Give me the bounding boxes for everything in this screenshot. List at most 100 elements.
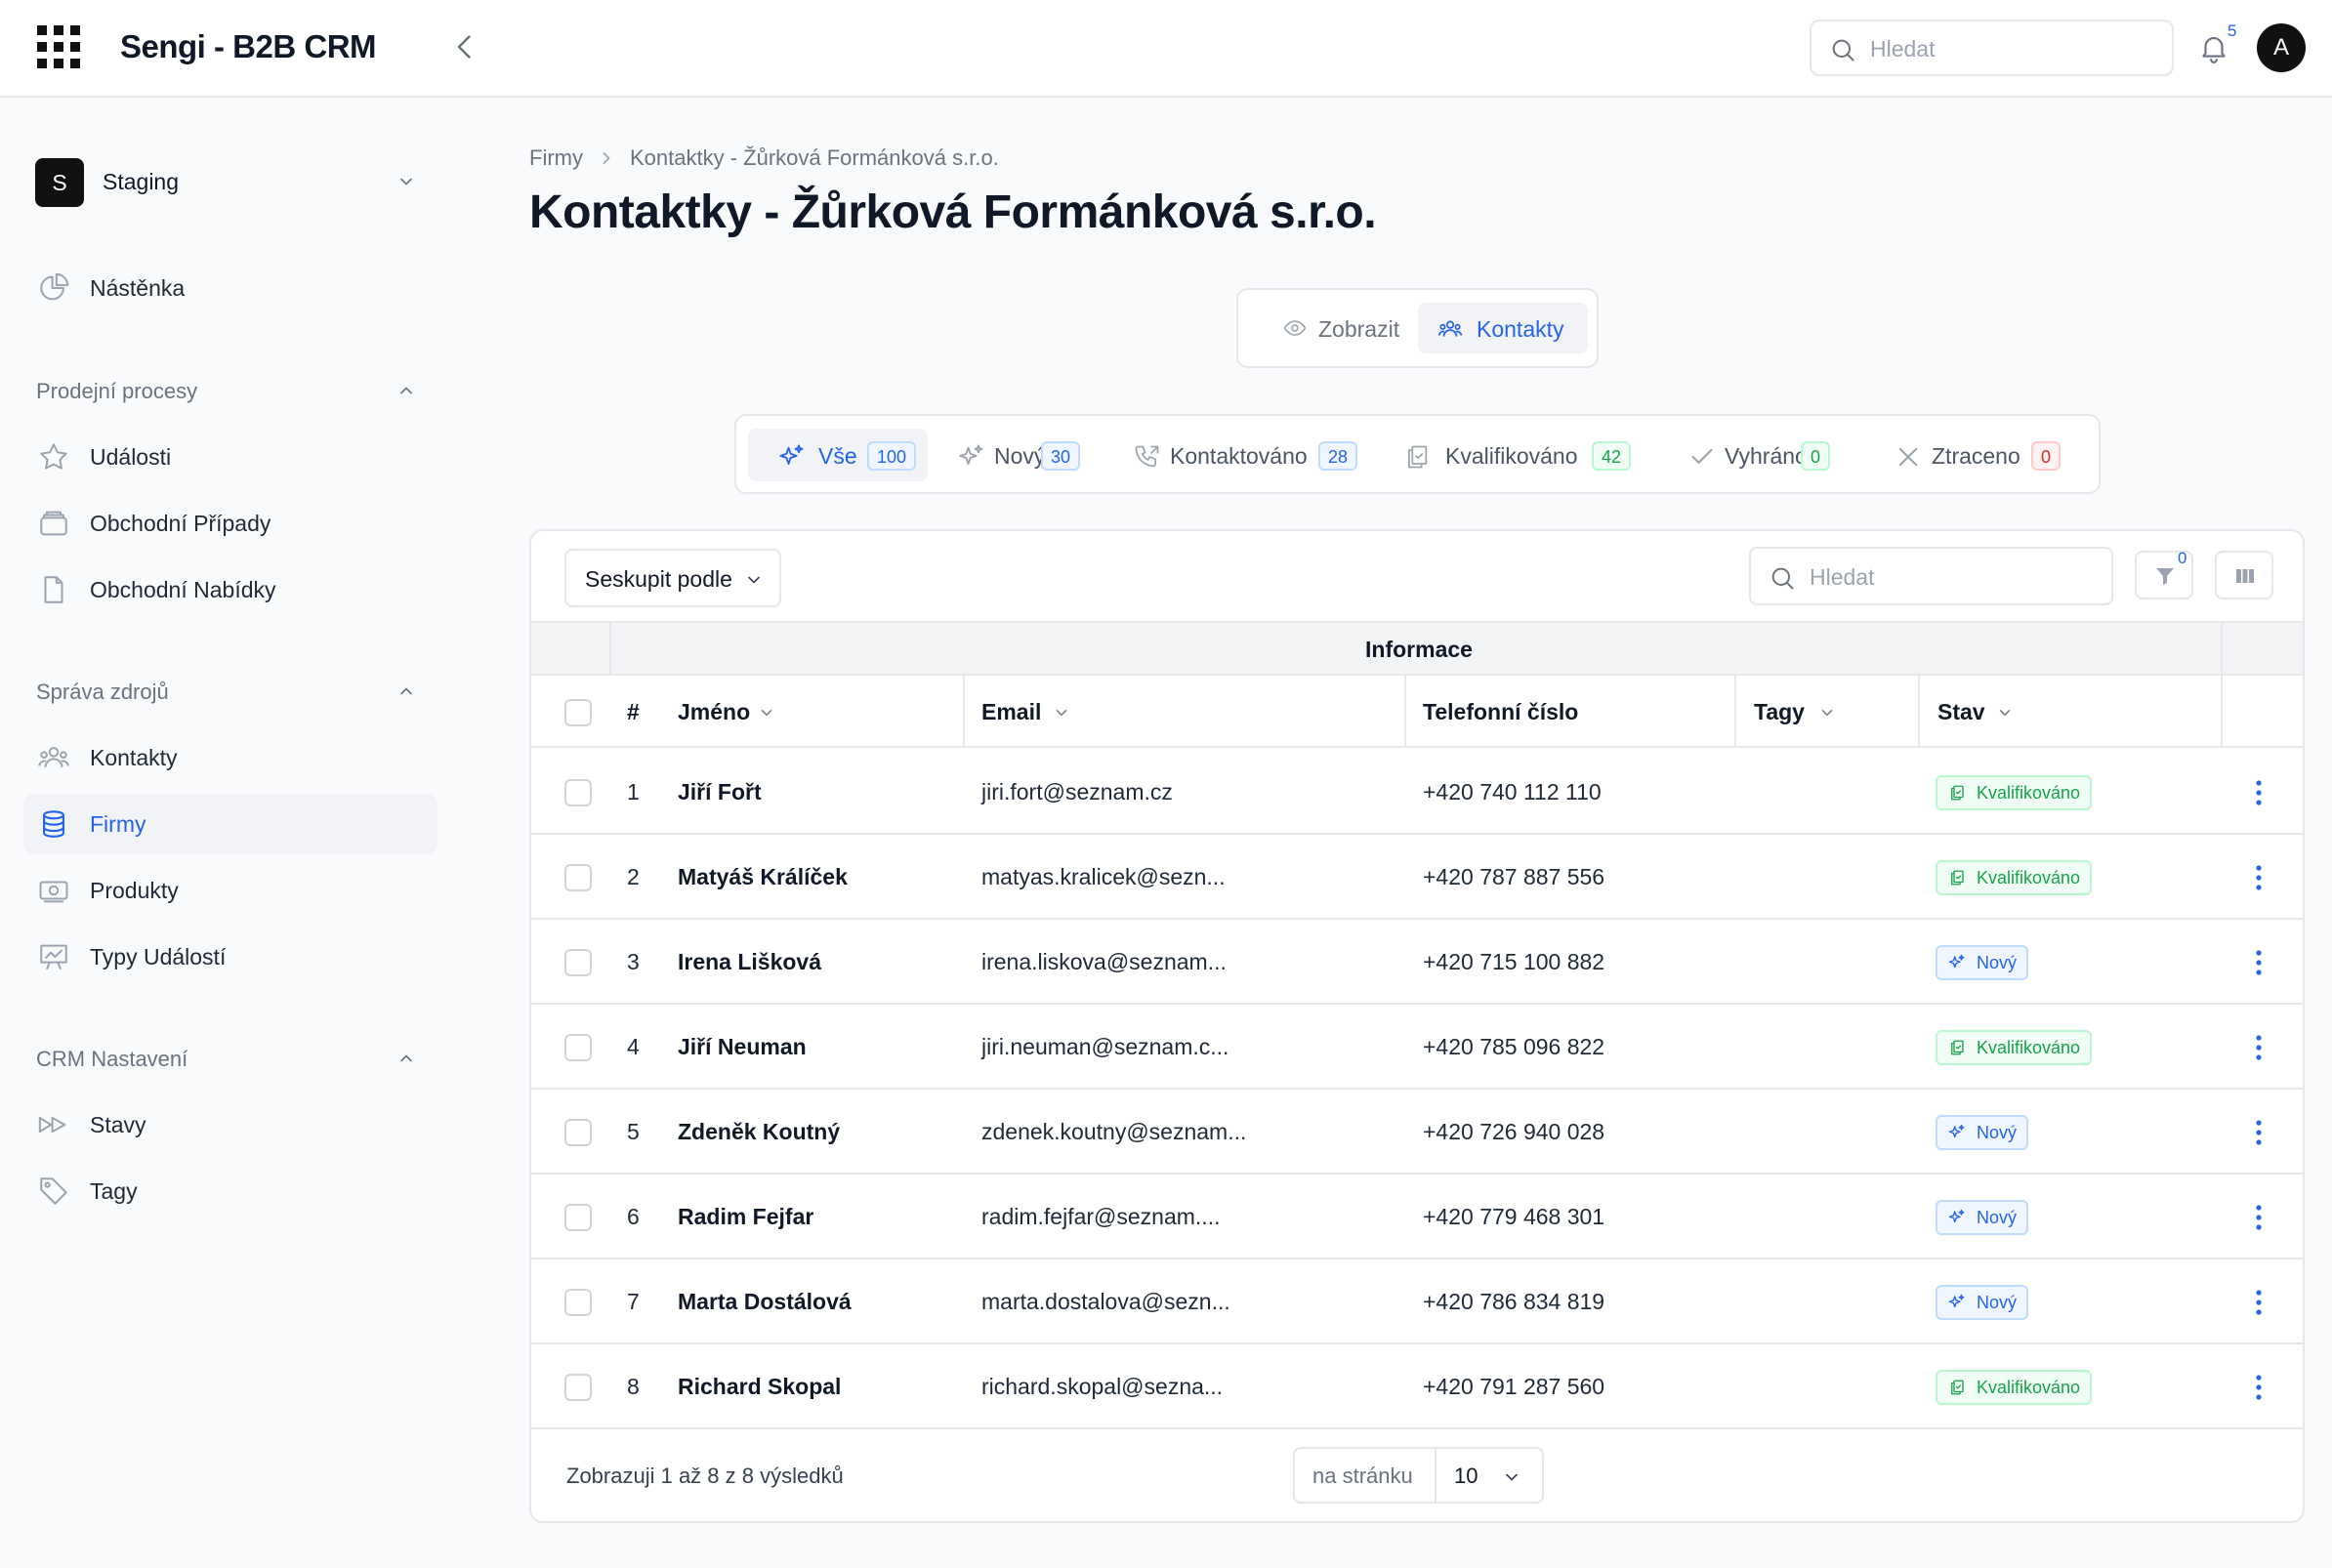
row-menu-icon[interactable] bbox=[2244, 1200, 2273, 1235]
row-checkbox[interactable] bbox=[564, 1204, 592, 1231]
row-menu-icon[interactable] bbox=[2244, 775, 2273, 810]
tab-contacts[interactable]: Kontakty bbox=[1418, 303, 1588, 353]
row-menu-icon[interactable] bbox=[2244, 1370, 2273, 1405]
column-header-email[interactable]: Email bbox=[963, 676, 1404, 748]
tab-label: Zobrazit bbox=[1318, 316, 1400, 342]
contact-name[interactable]: Matyáš Králíček bbox=[678, 864, 848, 890]
section-sales-processes[interactable]: Prodejní procesy bbox=[23, 371, 434, 410]
row-checkbox[interactable] bbox=[564, 864, 592, 891]
sidebar-item-companies[interactable]: Firmy bbox=[23, 794, 437, 854]
sidebar-item-dashboard[interactable]: Nástěnka bbox=[23, 258, 437, 318]
row-checkbox[interactable] bbox=[564, 779, 592, 806]
global-search-input[interactable] bbox=[1870, 33, 2153, 64]
workspace-badge: S bbox=[35, 158, 84, 207]
row-menu-icon[interactable] bbox=[2244, 1030, 2273, 1065]
tab-status-lost[interactable]: Ztraceno 0 bbox=[1873, 429, 2068, 481]
sidebar-item-offers[interactable]: Obchodní Nabídky bbox=[23, 559, 437, 620]
bell-icon[interactable] bbox=[2197, 31, 2230, 64]
contact-email[interactable]: radim.fejfar@seznam.... bbox=[981, 1204, 1220, 1230]
row-checkbox[interactable] bbox=[564, 1289, 592, 1316]
tab-status-all[interactable]: Vše 100 bbox=[748, 429, 928, 481]
sidebar: S Staging Nástěnka Prodejní procesy Udál… bbox=[0, 100, 459, 1568]
table-search-input[interactable] bbox=[1810, 561, 2093, 593]
contact-name[interactable]: Zdeněk Koutný bbox=[678, 1119, 840, 1145]
contact-name[interactable]: Richard Skopal bbox=[678, 1374, 841, 1400]
table-row[interactable]: 3 Irena Lišková irena.liskova@seznam... +42… bbox=[531, 920, 2303, 1005]
column-header-tags[interactable]: Tagy bbox=[1734, 676, 1918, 748]
contact-name[interactable]: Marta Dostálová bbox=[678, 1289, 852, 1315]
table-row[interactable]: 2 Matyáš Králíček matyas.kralicek@sezn... +… bbox=[531, 835, 2303, 920]
sidebar-item-tags[interactable]: Tagy bbox=[23, 1161, 437, 1221]
per-page-select[interactable]: 10 bbox=[1438, 1453, 1540, 1498]
sidebar-item-products[interactable]: Produkty bbox=[23, 860, 437, 921]
contact-name[interactable]: Jiří Fořt bbox=[678, 779, 762, 805]
tab-show[interactable]: Zobrazit bbox=[1252, 303, 1424, 353]
columns-button[interactable] bbox=[2215, 551, 2273, 599]
contact-email[interactable]: zdenek.koutny@seznam... bbox=[981, 1119, 1246, 1145]
contact-email[interactable]: jiri.neuman@seznam.c... bbox=[981, 1034, 1228, 1060]
tab-label: Kontakty bbox=[1477, 316, 1564, 342]
breadcrumb-item-companies[interactable]: Firmy bbox=[529, 145, 583, 171]
row-checkbox[interactable] bbox=[564, 1119, 592, 1146]
table-row[interactable]: 8 Richard Skopal richard.skopal@sezna... +4… bbox=[531, 1344, 2303, 1429]
app-grid-icon[interactable] bbox=[35, 23, 82, 70]
contact-email[interactable]: marta.dostalova@sezn... bbox=[981, 1289, 1230, 1315]
tab-status-new[interactable]: Nový 30 bbox=[936, 429, 1096, 481]
tab-status-won[interactable]: Vyhráno 0 bbox=[1666, 429, 1842, 481]
sidebar-item-event-types[interactable]: Typy Událostí bbox=[23, 927, 437, 987]
sidebar-item-contacts[interactable]: Kontakty bbox=[23, 727, 437, 788]
section-resources[interactable]: Správa zdrojů bbox=[23, 672, 434, 711]
chevron-down-icon bbox=[400, 178, 412, 186]
contact-name[interactable]: Radim Fejfar bbox=[678, 1204, 813, 1230]
workspace-switcher[interactable]: S Staging bbox=[23, 154, 434, 209]
row-menu-icon[interactable] bbox=[2244, 1115, 2273, 1150]
select-all-checkbox[interactable] bbox=[564, 699, 592, 726]
table-row[interactable]: 5 Zdeněk Koutný zdenek.koutny@seznam... +42… bbox=[531, 1090, 2303, 1175]
global-search[interactable] bbox=[1810, 20, 2174, 76]
row-checkbox[interactable] bbox=[564, 1374, 592, 1401]
row-menu-icon[interactable] bbox=[2244, 945, 2273, 980]
search-icon bbox=[1832, 39, 1854, 62]
sidebar-item-label: Typy Událostí bbox=[90, 944, 227, 970]
contact-email[interactable]: richard.skopal@sezna... bbox=[981, 1374, 1223, 1400]
sidebar-item-deals[interactable]: Obchodní Případy bbox=[23, 493, 437, 554]
contact-email[interactable]: jiri.fort@seznam.cz bbox=[981, 779, 1173, 805]
contacts-table-card: Seskupit podle 0 Informace # Jméno Email… bbox=[529, 529, 2305, 1523]
status-label: Kvalifikováno bbox=[1977, 1038, 2081, 1057]
avatar[interactable]: A bbox=[2257, 23, 2306, 72]
table-row[interactable]: 1 Jiří Fořt jiri.fort@seznam.cz +420 740 11… bbox=[531, 750, 2303, 835]
section-crm-settings[interactable]: CRM Nastavení bbox=[23, 1039, 434, 1078]
column-header-status[interactable]: Stav bbox=[1918, 676, 2223, 748]
sidebar-item-label: Obchodní Nabídky bbox=[90, 577, 276, 602]
contact-name[interactable]: Irena Lišková bbox=[678, 949, 821, 975]
table-row[interactable]: 4 Jiří Neuman jiri.neuman@seznam.c... +420 … bbox=[531, 1005, 2303, 1090]
tab-status-contacted[interactable]: Kontaktováno 28 bbox=[1111, 429, 1375, 481]
collapse-sidebar-icon[interactable] bbox=[447, 29, 482, 64]
chevron-down-icon bbox=[761, 710, 772, 717]
sidebar-item-states[interactable]: Stavy bbox=[23, 1094, 437, 1155]
chevron-down-icon bbox=[748, 576, 760, 584]
tab-status-qualified[interactable]: Kvalifikováno 42 bbox=[1381, 429, 1645, 481]
row-menu-icon[interactable] bbox=[2244, 860, 2273, 895]
contact-email[interactable]: matyas.kralicek@sezn... bbox=[981, 864, 1226, 890]
row-number: 8 bbox=[627, 1374, 640, 1399]
workspace-name: Staging bbox=[103, 169, 180, 194]
table-search[interactable] bbox=[1749, 547, 2113, 605]
per-page-label: na stránku bbox=[1312, 1464, 1413, 1488]
table-row[interactable]: 7 Marta Dostálová marta.dostalova@sezn... +… bbox=[531, 1259, 2303, 1344]
row-checkbox[interactable] bbox=[564, 1034, 592, 1061]
column-header-name[interactable]: Jméno bbox=[668, 676, 965, 748]
sidebar-item-events[interactable]: Události bbox=[23, 427, 437, 487]
section-title: Správa zdrojů bbox=[36, 680, 169, 704]
group-by-button[interactable]: Seskupit podle bbox=[564, 549, 781, 607]
filter-count: 0 bbox=[2178, 549, 2187, 567]
breadcrumb: Firmy Kontaktky - Žůrková Formánková s.r… bbox=[529, 145, 999, 171]
contact-email[interactable]: irena.liskova@seznam... bbox=[981, 949, 1227, 975]
presentation-chart-icon bbox=[40, 944, 67, 970]
tab-label: Vyhráno bbox=[1725, 443, 1808, 469]
table-row[interactable]: 6 Radim Fejfar radim.fejfar@seznam.... +420… bbox=[531, 1175, 2303, 1259]
contact-name[interactable]: Jiří Neuman bbox=[678, 1034, 807, 1060]
row-menu-icon[interactable] bbox=[2244, 1285, 2273, 1320]
row-checkbox[interactable] bbox=[564, 949, 592, 976]
page-title: Kontaktky - Žůrková Formánková s.r.o. bbox=[529, 186, 1377, 238]
